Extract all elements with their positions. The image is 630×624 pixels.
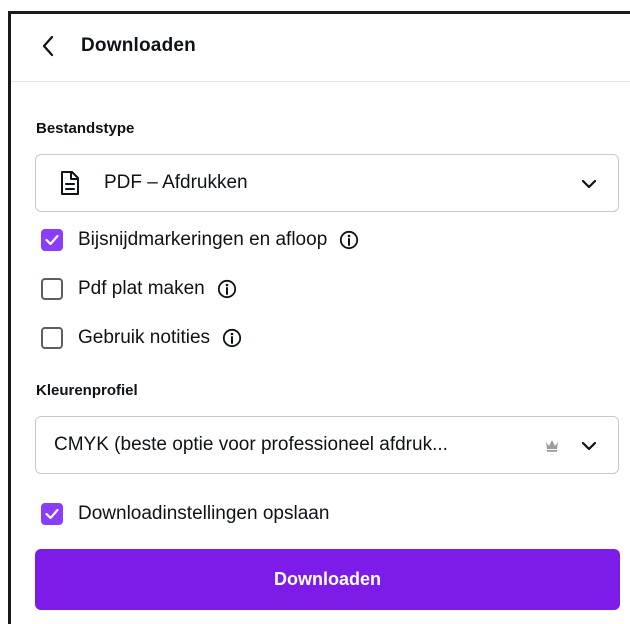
- use-notes-label: Gebruik notities: [78, 327, 211, 348]
- crown-icon: [546, 440, 558, 452]
- download-button[interactable]: Downloaden: [35, 549, 620, 610]
- save-settings-checkbox[interactable]: [41, 503, 63, 525]
- use-notes-checkbox[interactable]: [41, 327, 63, 349]
- file-document-icon: [61, 171, 79, 195]
- info-icon[interactable]: [222, 328, 242, 348]
- page-title: Downloaden: [81, 35, 196, 56]
- option-row-save-settings: Downloadinstellingen opslaan: [41, 500, 329, 528]
- file-type-value: PDF – Afdrukken: [104, 172, 248, 193]
- file-type-label: Bestandstype: [36, 120, 135, 137]
- chevron-down-icon: [581, 441, 597, 451]
- info-icon[interactable]: [217, 279, 237, 299]
- chevron-down-icon: [581, 179, 597, 189]
- chevron-left-icon: [42, 35, 54, 57]
- option-row-flatten: Pdf plat maken: [41, 275, 237, 303]
- download-panel: Downloaden Bestandstype PDF – Afdrukken …: [8, 11, 630, 624]
- save-settings-label: Downloadinstellingen opslaan: [78, 503, 330, 524]
- color-profile-value: CMYK (beste optie voor professioneel afd…: [54, 434, 448, 455]
- option-row-notes: Gebruik notities: [41, 324, 242, 352]
- color-profile-select[interactable]: CMYK (beste optie voor professioneel afd…: [35, 416, 619, 474]
- panel-header: Downloaden: [11, 14, 630, 82]
- option-row-bleed: Bijsnijdmarkeringen en afloop: [41, 226, 359, 254]
- info-icon[interactable]: [339, 230, 359, 250]
- flatten-pdf-label: Pdf plat maken: [78, 278, 205, 299]
- color-profile-label: Kleurenprofiel: [36, 382, 138, 399]
- back-button[interactable]: [35, 33, 61, 59]
- flatten-pdf-checkbox[interactable]: [41, 278, 63, 300]
- checkmark-icon: [45, 234, 59, 246]
- bleed-checkbox[interactable]: [41, 229, 63, 251]
- bleed-label: Bijsnijdmarkeringen en afloop: [78, 229, 328, 250]
- file-type-select[interactable]: PDF – Afdrukken: [35, 154, 619, 212]
- checkmark-icon: [45, 508, 59, 520]
